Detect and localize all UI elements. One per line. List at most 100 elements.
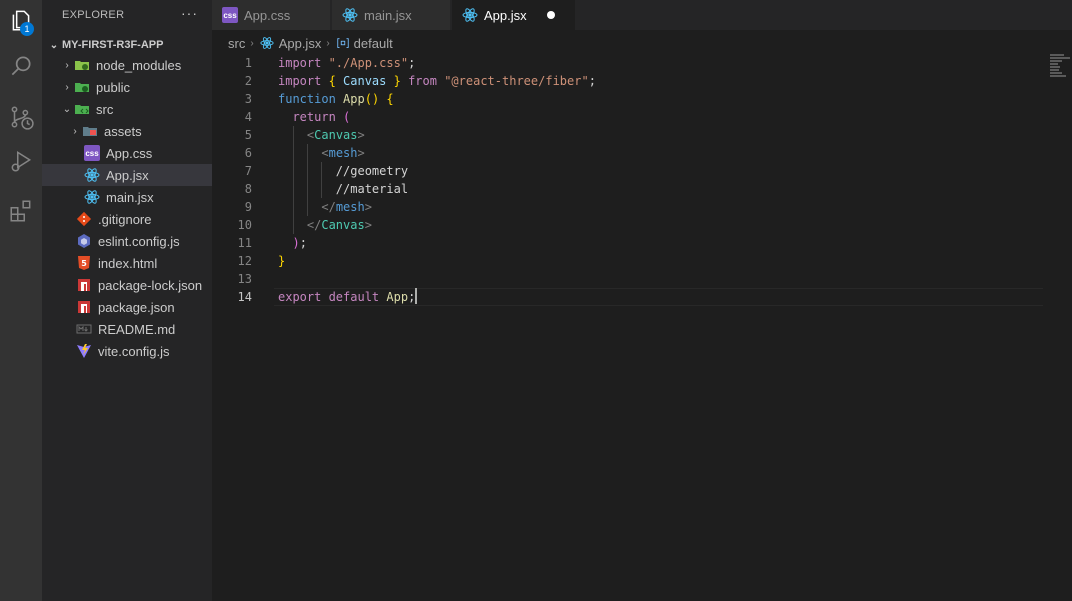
code-token: { (328, 74, 344, 88)
vite-file-icon (76, 343, 92, 359)
explorer-sidebar: EXPLORER ··· ⌄ MY-FIRST-R3F-APP › node_m… (42, 0, 212, 601)
breadcrumb-file[interactable]: App.jsx (279, 36, 322, 51)
tree-item-label: package-lock.json (98, 277, 203, 293)
node-modules-folder-icon (74, 57, 90, 73)
code-token: > (357, 146, 365, 160)
code-token: export (278, 290, 329, 304)
tab-app-jsx[interactable]: App.jsx (452, 0, 576, 30)
tree-item-label: public (96, 79, 130, 95)
tree-item-label: package.json (98, 299, 175, 315)
tree-item-app-jsx[interactable]: App.jsx (42, 164, 212, 186)
tree-item-package-lock[interactable]: package-lock.json (42, 274, 212, 296)
tree-item-src[interactable]: ⌄ src (42, 98, 212, 120)
line-number: 7 (244, 164, 252, 178)
source-control-icon (8, 104, 34, 135)
extensions-activity-button[interactable] (0, 191, 42, 235)
line-number: 5 (244, 128, 252, 142)
react-file-icon (259, 35, 275, 51)
symbol-variable-icon (335, 35, 351, 51)
code-token: > (364, 218, 372, 232)
public-folder-icon (74, 79, 90, 95)
npm-file-icon (76, 299, 92, 315)
line-number: 1 (244, 56, 252, 70)
react-file-icon (462, 7, 478, 23)
code-token: App (343, 92, 365, 106)
tree-item-label: index.html (98, 255, 158, 271)
tab-main-jsx[interactable]: main.jsx (332, 0, 451, 30)
tree-item-vite-config[interactable]: vite.config.js (42, 340, 212, 362)
line-number: 8 (244, 182, 252, 196)
project-root[interactable]: ⌄ MY-FIRST-R3F-APP (46, 34, 212, 56)
tree-item-node-modules[interactable]: › node_modules (42, 54, 212, 76)
tree-item-app-css[interactable]: css App.css (42, 142, 212, 164)
code-token: ; (408, 56, 416, 70)
activity-bar: 1 (0, 0, 42, 601)
git-file-icon (76, 211, 92, 227)
tree-item-label: vite.config.js (98, 343, 170, 359)
source-control-activity-button[interactable] (0, 97, 42, 141)
breadcrumb: src › App.jsx › default (228, 34, 393, 52)
code-token: //material (278, 182, 409, 196)
search-icon (8, 53, 34, 84)
more-actions-button[interactable]: ··· (181, 5, 198, 21)
search-activity-button[interactable] (0, 46, 42, 90)
line-number: 13 (237, 272, 252, 286)
code-token: > (357, 128, 365, 142)
explorer-header: EXPLORER (62, 9, 125, 21)
src-folder-icon (74, 101, 90, 117)
breadcrumb-symbol[interactable]: default (354, 36, 393, 51)
chevron-down-icon: ⌄ (62, 103, 72, 115)
code-line: <mesh> (278, 144, 365, 162)
breadcrumb-folder[interactable]: src (228, 36, 245, 51)
line-number: 9 (244, 200, 252, 214)
tab-app-css[interactable]: css App.css (212, 0, 331, 30)
code-line: } (278, 252, 285, 270)
code-line: </mesh> (278, 198, 372, 216)
tree-item-eslint-config[interactable]: eslint.config.js (42, 230, 212, 252)
code-token: from (400, 74, 445, 88)
code-token: () { (364, 92, 394, 106)
line-number: 11 (237, 236, 252, 250)
tree-item-label: App.css (106, 145, 153, 161)
css-file-icon: css (84, 145, 100, 161)
tree-item-public[interactable]: › public (42, 76, 212, 98)
chevron-down-icon: ⌄ (49, 39, 59, 51)
html-file-icon: 5 (76, 255, 92, 271)
code-line: //geometry (278, 162, 408, 180)
tab-label: App.css (244, 7, 291, 23)
tree-item-package-json[interactable]: package.json (42, 296, 212, 318)
tree-item-main-jsx[interactable]: main.jsx (42, 186, 212, 208)
editor-tab-bar: css App.css main.jsx App.jsx (212, 0, 1072, 30)
chevron-right-icon: › (65, 59, 69, 71)
tree-item-label: src (96, 101, 114, 117)
code-editor[interactable]: 1 import "./App.css"; 2 import { Canvas } f… (212, 54, 1072, 601)
tree-item-gitignore[interactable]: .gitignore (42, 208, 212, 230)
run-debug-activity-button[interactable] (0, 141, 42, 185)
code-line: import "./App.css"; (278, 54, 415, 72)
tab-label: main.jsx (364, 7, 412, 23)
tree-item-label: App.jsx (106, 167, 149, 183)
code-token: "./App.css" (328, 56, 409, 70)
tree-item-index-html[interactable]: 5 index.html (42, 252, 212, 274)
explorer-activity-button[interactable]: 1 (0, 0, 42, 44)
unsaved-dot-icon[interactable] (547, 11, 555, 19)
code-token: } (386, 74, 401, 88)
react-file-icon (342, 7, 358, 23)
code-token: Canvas (314, 128, 358, 142)
minimap[interactable] (1050, 54, 1072, 84)
code-token: default (328, 290, 387, 304)
chevron-right-icon: › (250, 37, 254, 49)
tree-item-label: .gitignore (98, 211, 152, 227)
tree-item-label: README.md (98, 321, 176, 337)
run-debug-icon (8, 148, 34, 179)
code-token: } (278, 254, 286, 268)
code-token: Canvas (343, 74, 387, 88)
tree-item-assets[interactable]: › assets (42, 120, 212, 142)
line-number: 4 (244, 110, 252, 124)
chevron-right-icon: › (73, 125, 77, 137)
tree-item-readme[interactable]: README.md (42, 318, 212, 340)
